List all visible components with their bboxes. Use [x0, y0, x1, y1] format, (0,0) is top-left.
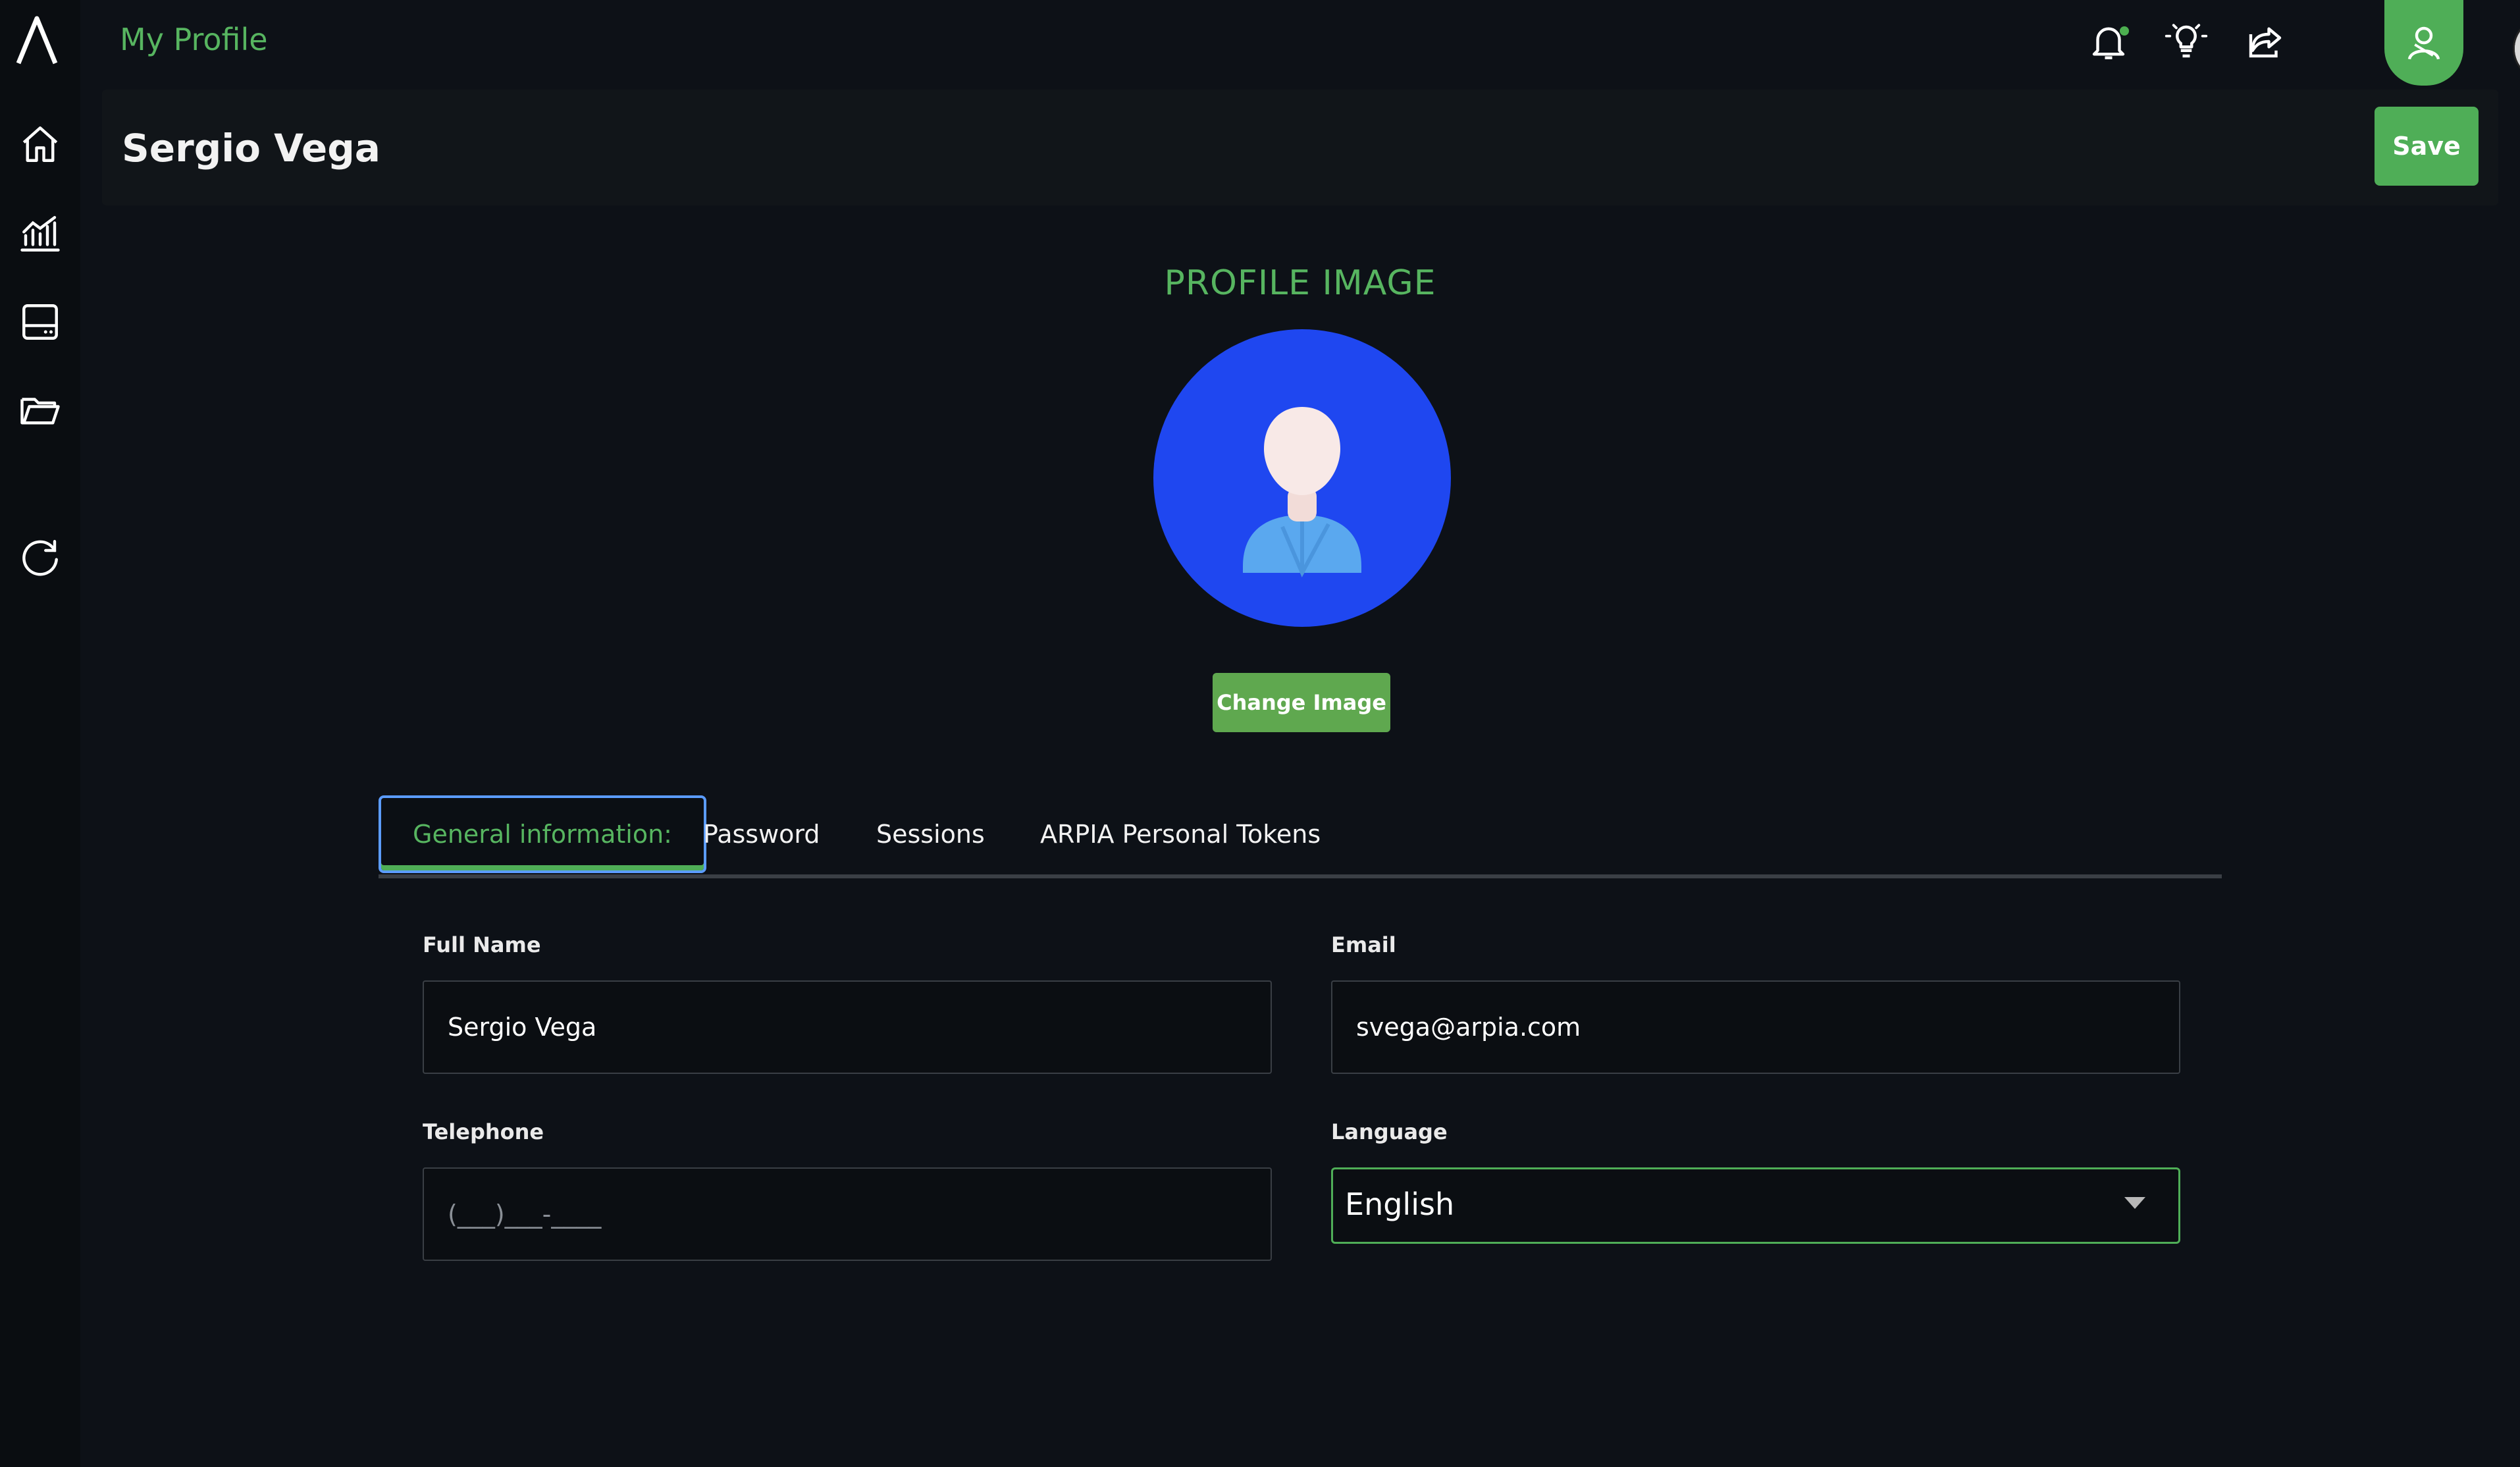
storage-icon — [22, 304, 58, 340]
notifications-button[interactable] — [2087, 20, 2130, 63]
change-image-button[interactable]: Change Image — [1213, 673, 1390, 732]
topbar: My Profile — [80, 0, 2520, 86]
default-avatar-icon — [1243, 407, 1361, 577]
tab-arpia-personal-tokens[interactable]: ARPIA Personal Tokens — [1040, 795, 1321, 873]
chevron-down-icon — [2124, 1197, 2145, 1209]
sidebar-item-storage[interactable] — [18, 300, 62, 344]
analytics-icon — [20, 216, 60, 252]
tabs-divider — [379, 874, 2222, 878]
app-title: My Profile — [120, 22, 268, 57]
sidebar-item-home[interactable] — [18, 122, 62, 166]
tab-general-information[interactable]: General information: — [379, 795, 706, 873]
telephone-input[interactable] — [423, 1167, 1272, 1261]
profile-tabs: General information: Password Sessions A… — [379, 795, 2222, 878]
language-selected-value: English — [1345, 1187, 1455, 1222]
page-title: Sergio Vega — [122, 126, 381, 171]
folder-icon — [20, 398, 60, 425]
full-name-input[interactable] — [423, 980, 1272, 1074]
full-name-label: Full Name — [423, 932, 541, 957]
tab-password[interactable]: Password — [703, 795, 820, 873]
sidebar-item-analytics[interactable] — [18, 212, 62, 255]
refresh-icon — [22, 540, 58, 576]
notification-dot — [2120, 26, 2129, 36]
telephone-label: Telephone — [423, 1119, 544, 1144]
language-label: Language — [1331, 1119, 1448, 1144]
email-input[interactable] — [1331, 980, 2180, 1074]
share-icon — [2249, 27, 2282, 58]
home-icon — [22, 126, 58, 162]
sidebar — [0, 0, 80, 1467]
profile-image-title: PROFILE IMAGE — [1164, 263, 1436, 303]
sidebar-item-folder[interactable] — [18, 388, 62, 432]
language-select[interactable]: English — [1331, 1167, 2180, 1244]
share-button[interactable] — [2244, 20, 2287, 63]
save-button[interactable]: Save — [2375, 107, 2479, 186]
email-label: Email — [1331, 932, 1396, 957]
profile-tab-button[interactable] — [2384, 0, 2463, 86]
user-icon — [2407, 26, 2440, 60]
tab-sessions[interactable]: Sessions — [876, 795, 985, 873]
page-header: Sergio Vega Save — [102, 90, 2498, 205]
app-logo-icon[interactable] — [13, 13, 61, 68]
lightbulb-icon — [2165, 24, 2208, 58]
profile-image — [1153, 329, 1451, 627]
avatar[interactable] — [2513, 17, 2520, 80]
ideas-button[interactable] — [2165, 20, 2208, 63]
user-photo-icon — [2515, 19, 2520, 78]
sidebar-item-refresh[interactable] — [18, 536, 62, 579]
